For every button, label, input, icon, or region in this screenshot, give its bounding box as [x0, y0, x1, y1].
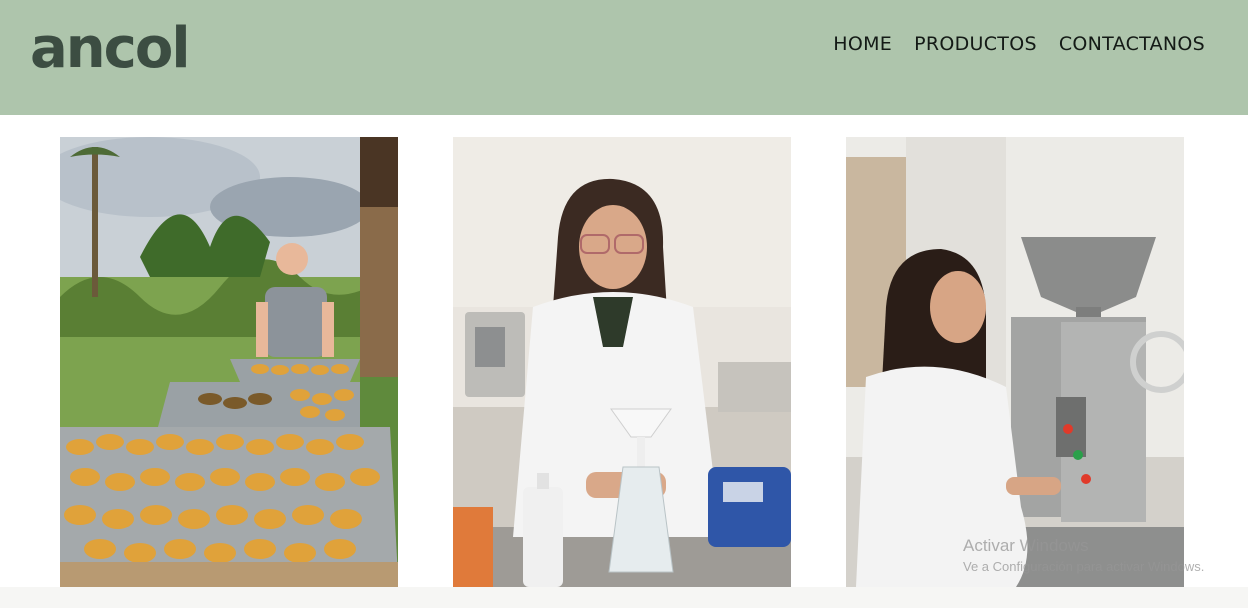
nav-home-link[interactable]: HOME [833, 31, 892, 57]
site-header: ancol HOME PRODUCTOS CONTACTANOS [0, 0, 1248, 115]
nav-contactanos-link[interactable]: CONTACTANOS [1059, 31, 1205, 57]
gallery-photo-press-machine [846, 137, 1184, 587]
windows-activation-title: Activar Windows [963, 536, 1089, 555]
windows-activation-subtitle: Ve a Configuración para activar Windows. [963, 559, 1205, 574]
lab-funnel-image [453, 137, 791, 587]
nav-productos-link[interactable]: PRODUCTOS [914, 31, 1037, 57]
drying-fruit-image [60, 137, 398, 587]
main-nav: HOME PRODUCTOS CONTACTANOS [833, 31, 1205, 57]
bottom-strip [0, 587, 1248, 608]
gallery-photo-lab-funnel [453, 137, 791, 587]
logo[interactable]: ancol [30, 14, 191, 84]
gallery-photo-drying-fruit [60, 137, 398, 587]
press-machine-image [846, 137, 1184, 587]
